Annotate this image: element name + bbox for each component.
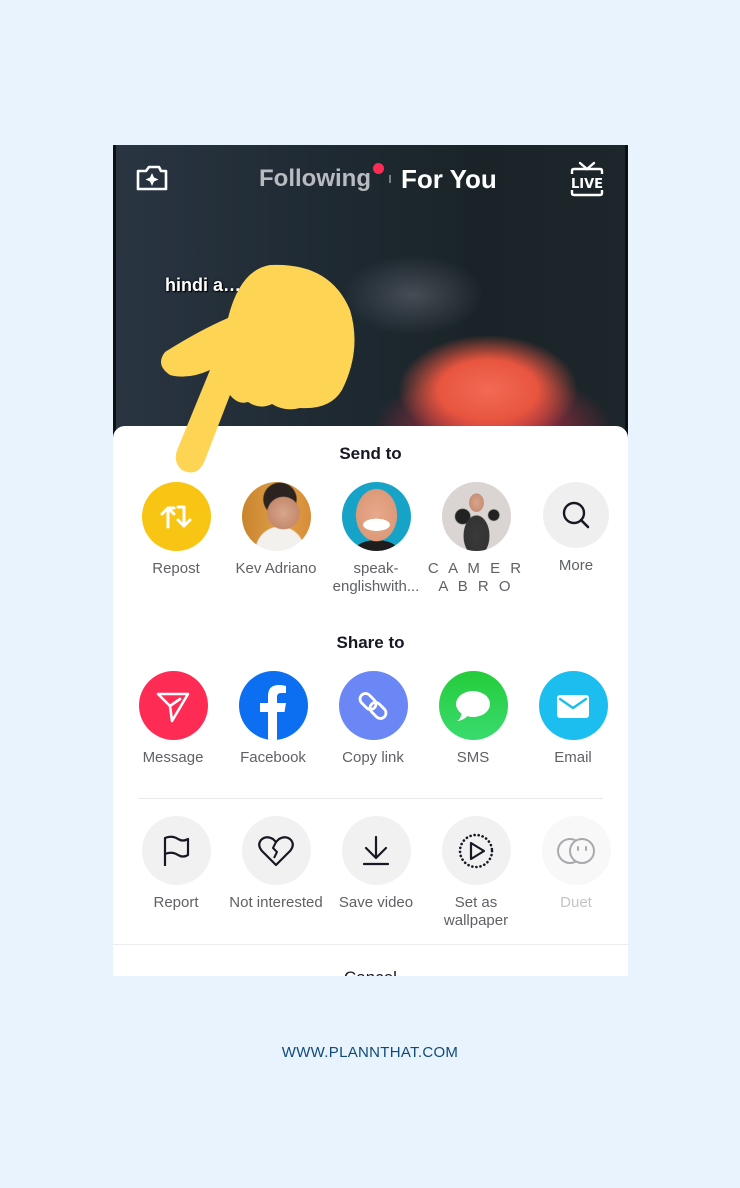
play-wallpaper-icon <box>458 833 494 868</box>
notification-dot <box>372 163 384 174</box>
feed-tabs: Following For You <box>259 163 497 195</box>
duet-icon <box>557 837 595 864</box>
facebook-icon <box>259 685 286 740</box>
share-to-title: Share to <box>336 633 405 652</box>
share-copy-link[interactable]: Copy link <box>323 671 423 767</box>
phone-screen: hindi a… …ras pt5 Following For You LIVE… <box>113 145 628 976</box>
link-icon <box>358 691 388 720</box>
send-to-repost[interactable]: Repost <box>126 482 226 578</box>
download-icon <box>362 835 390 865</box>
section-divider <box>138 798 603 799</box>
top-bar: Following For You LIVE <box>113 145 628 215</box>
sms-bubble-icon <box>456 690 490 721</box>
footer-url[interactable]: WWW.PLANNTHAT.COM <box>0 1044 740 1061</box>
flag-icon <box>163 835 190 866</box>
share-sheet: Send to Repost Kev Adriano speak-english… <box>113 426 628 976</box>
tab-for-you[interactable]: For You <box>401 164 497 195</box>
cancel-divider <box>113 944 628 945</box>
share-message[interactable]: Message <box>123 671 223 767</box>
live-tv-icon[interactable]: LIVE <box>568 160 606 198</box>
action-save-video[interactable]: Save video <box>326 816 426 912</box>
share-email[interactable]: Email <box>523 671 623 767</box>
send-to-contact[interactable]: Kev Adriano <box>226 482 326 578</box>
video-caption: hindi a… …ras pt5 <box>165 275 324 295</box>
tab-separator <box>388 175 391 183</box>
action-report[interactable]: Report <box>126 816 226 912</box>
avatar <box>441 482 511 551</box>
search-icon <box>562 501 590 529</box>
camera-sparkle-icon[interactable] <box>135 163 169 193</box>
repost-icon <box>160 505 192 528</box>
send-to-contact[interactable]: C A M E R A B R O <box>426 482 526 596</box>
action-duet[interactable]: Duet <box>526 816 626 912</box>
mail-icon <box>557 694 589 718</box>
action-not-interested[interactable]: Not interested <box>226 816 326 912</box>
cancel-button[interactable]: Cancel <box>113 968 628 976</box>
broken-heart-icon <box>258 835 294 866</box>
send-message-icon <box>156 692 190 722</box>
action-set-wallpaper[interactable]: Set as wallpaper <box>426 816 526 930</box>
avatar <box>241 482 311 551</box>
send-to-more[interactable]: More <box>526 482 626 575</box>
svg-text:LIVE: LIVE <box>571 177 603 192</box>
share-facebook[interactable]: Facebook <box>223 671 323 767</box>
avatar <box>341 482 411 551</box>
send-to-contact[interactable]: speak-englishwith... <box>326 482 426 596</box>
send-to-title: Send to <box>339 444 402 463</box>
tab-following[interactable]: Following <box>259 163 384 193</box>
share-sms[interactable]: SMS <box>423 671 523 767</box>
